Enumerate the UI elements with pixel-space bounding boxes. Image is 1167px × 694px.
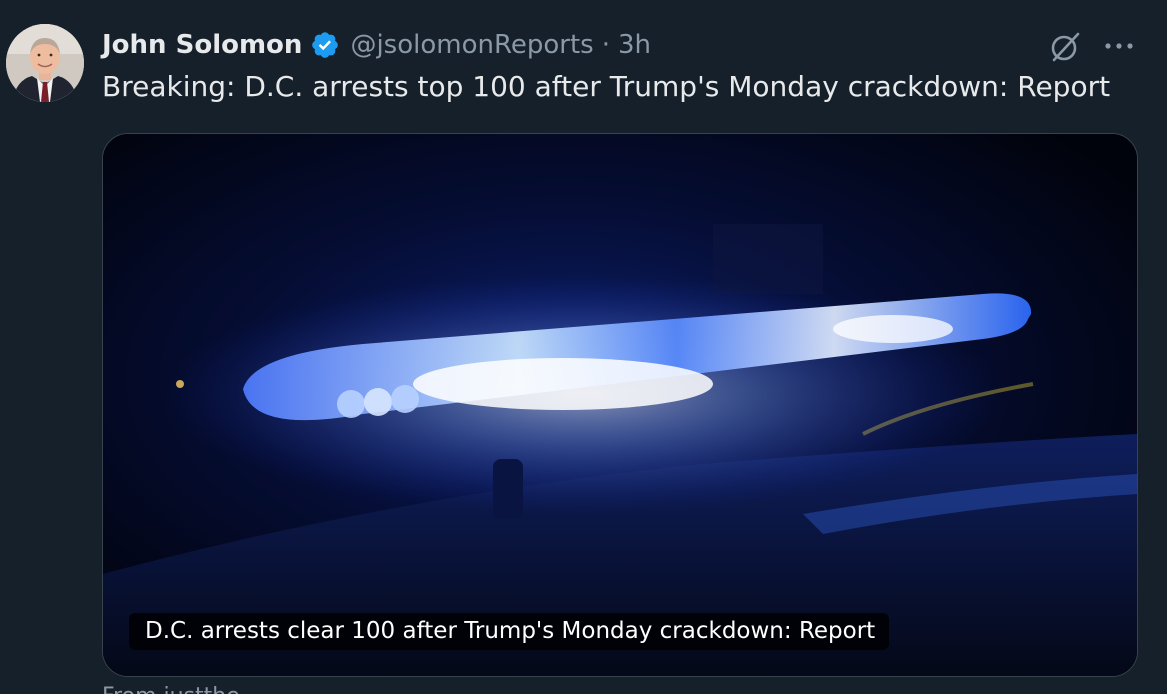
separator-dot: · <box>601 30 610 60</box>
avatar[interactable] <box>6 24 84 102</box>
card-image <box>103 134 1137 676</box>
display-name[interactable]: John Solomon <box>102 30 302 60</box>
author-handle[interactable]: @jsolomonReports <box>350 30 593 60</box>
tweet-text: Breaking: D.C. arrests top 100 after Tru… <box>102 70 1111 103</box>
link-card[interactable]: D.C. arrests clear 100 after Trump's Mon… <box>102 133 1138 677</box>
tweet[interactable]: John Solomon @jsolomonReports · 3h Break… <box>0 0 1167 694</box>
avatar-image <box>6 24 84 102</box>
card-source[interactable]: From justthe <box>102 684 240 694</box>
verified-badge-icon <box>310 30 340 60</box>
card-caption: D.C. arrests clear 100 after Trump's Mon… <box>129 613 890 650</box>
more-icon[interactable] <box>1102 36 1136 56</box>
timestamp[interactable]: 3h <box>618 30 651 60</box>
grok-icon[interactable] <box>1048 30 1082 64</box>
tweet-header: John Solomon @jsolomonReports · 3h <box>102 26 651 64</box>
